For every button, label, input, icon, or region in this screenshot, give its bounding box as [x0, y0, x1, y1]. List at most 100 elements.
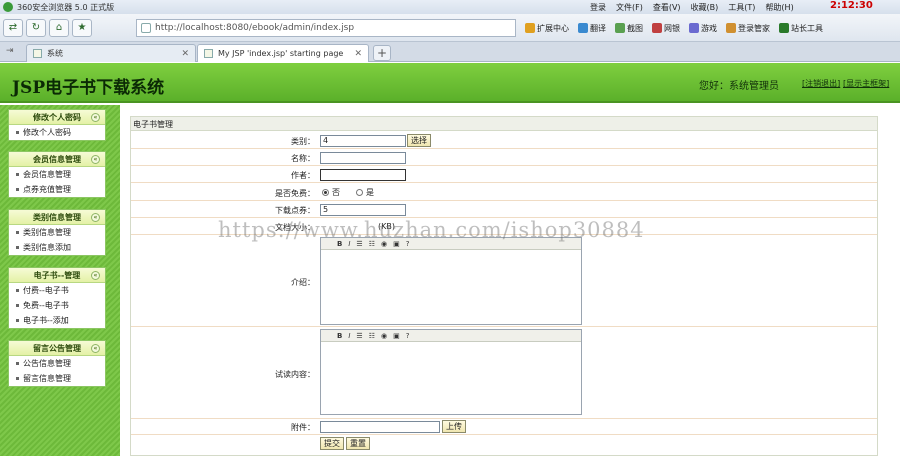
webmaster-icon	[779, 22, 789, 33]
menu-item-category-manage[interactable]: 类别信息管理	[9, 225, 105, 240]
select-category-button[interactable]: 选择	[407, 134, 431, 147]
tab-system[interactable]: 系统 ✕	[26, 44, 196, 62]
menu-file[interactable]: 文件(F)	[616, 2, 643, 13]
browser-logo-icon	[3, 2, 13, 12]
ordered-list-icon[interactable]: ☰	[356, 332, 362, 340]
address-url: http://localhost:8080/ebook/admin/index.…	[155, 23, 355, 33]
menu-group-header[interactable]: 会员信息管理 «	[9, 152, 105, 167]
editor-toolbar: B I ☰ ☷ ◉ ▣ ?	[321, 330, 581, 342]
unordered-list-icon[interactable]: ☷	[369, 240, 375, 248]
menu-group-password: 修改个人密码 « 修改个人密码	[8, 109, 106, 141]
upload-button[interactable]: 上传	[442, 420, 466, 433]
points-input[interactable]: 5	[320, 204, 406, 216]
tool-webmaster[interactable]: 站长工具	[779, 22, 823, 34]
intro-editor[interactable]: B I ☰ ☷ ◉ ▣ ?	[320, 237, 582, 325]
logout-link[interactable]: [注销退出]	[802, 78, 840, 89]
collapse-icon[interactable]: «	[91, 344, 100, 353]
form-caption: 电子书管理	[131, 117, 877, 131]
collapse-icon[interactable]: «	[91, 213, 100, 222]
radio-free-no[interactable]: 否	[322, 187, 340, 198]
tab-close-icon[interactable]: ✕	[181, 49, 189, 59]
home-icon[interactable]: ⌂	[49, 18, 69, 37]
link-icon[interactable]: ◉	[381, 332, 387, 340]
is-free-label: 是否免费：	[275, 189, 315, 198]
refresh-icon[interactable]: ↻	[26, 18, 46, 37]
bullet-icon	[16, 304, 19, 307]
menu-group-header[interactable]: 留言公告管理 «	[9, 341, 105, 356]
bullet-icon	[16, 231, 19, 234]
new-tab-button[interactable]: +	[373, 45, 391, 61]
submit-button[interactable]: 提交	[320, 437, 344, 450]
menu-view[interactable]: 查看(V)	[653, 2, 681, 13]
page-favicon-icon	[204, 49, 213, 58]
name-label: 名称：	[291, 154, 315, 163]
category-input[interactable]: 4	[320, 135, 406, 147]
menu-favorites[interactable]: 收藏(B)	[691, 2, 719, 13]
trial-label: 试读内容：	[275, 370, 315, 379]
collapse-icon[interactable]: «	[91, 155, 100, 164]
menu-item-announcements[interactable]: 公告信息管理	[9, 356, 105, 371]
browser-navbar: ⇄ ↻ ⌂ ★ http://localhost:8080/ebook/admi…	[0, 14, 900, 42]
sidebar-toggle-icon[interactable]: ⇥	[6, 46, 14, 56]
link-icon[interactable]: ◉	[381, 240, 387, 248]
back-forward-icon[interactable]: ⇄	[3, 18, 23, 37]
collapse-icon[interactable]: «	[91, 271, 100, 280]
menu-item-messages[interactable]: 留言信息管理	[9, 371, 105, 386]
tool-login-manager[interactable]: 登录管家	[726, 22, 770, 34]
menu-help[interactable]: 帮助(H)	[765, 2, 793, 13]
ordered-list-icon[interactable]: ☰	[356, 240, 362, 248]
radio-free-yes[interactable]: 是	[356, 187, 374, 198]
menu-item-member-info[interactable]: 会员信息管理	[9, 167, 105, 182]
address-bar[interactable]: http://localhost:8080/ebook/admin/index.…	[136, 19, 516, 37]
menu-item-paid-ebooks[interactable]: 付费--电子书	[9, 283, 105, 298]
row-size: 文档大小： (KB)	[131, 218, 877, 235]
tool-screenshot[interactable]: 截图	[615, 22, 643, 34]
bullet-icon	[16, 131, 19, 134]
menu-item-free-ebooks[interactable]: 免费--电子书	[9, 298, 105, 313]
menu-item-points-recharge[interactable]: 点券充值管理	[9, 182, 105, 197]
page-title: JSP电子书下载系统	[12, 78, 165, 98]
image-icon[interactable]: ▣	[393, 240, 400, 248]
tool-translate[interactable]: 翻译	[578, 22, 606, 34]
menu-group-header[interactable]: 修改个人密码 «	[9, 110, 105, 125]
page-icon	[141, 23, 151, 33]
menu-item-add-ebook[interactable]: 电子书--添加	[9, 313, 105, 328]
trial-editor[interactable]: B I ☰ ☷ ◉ ▣ ?	[320, 329, 582, 415]
main-frame-link[interactable]: [显示主框架]	[843, 78, 889, 89]
row-intro: 介绍： B I ☰ ☷ ◉ ▣ ?	[131, 235, 877, 327]
italic-icon[interactable]: I	[348, 240, 350, 248]
menu-group-header[interactable]: 电子书--管理 «	[9, 268, 105, 283]
reset-button[interactable]: 重置	[346, 437, 370, 450]
help-icon[interactable]: ?	[406, 332, 410, 340]
unordered-list-icon[interactable]: ☷	[369, 332, 375, 340]
image-icon[interactable]: ▣	[393, 332, 400, 340]
key-icon	[726, 22, 736, 33]
points-label: 下载点券：	[275, 206, 315, 215]
bold-icon[interactable]: B	[337, 240, 342, 248]
menu-group-messages: 留言公告管理 « 公告信息管理 留言信息管理	[8, 340, 106, 387]
size-unit: (KB)	[378, 222, 395, 231]
collapse-icon[interactable]: «	[91, 113, 100, 122]
menu-item-category-add[interactable]: 类别信息添加	[9, 240, 105, 255]
tool-games[interactable]: 游戏	[689, 22, 717, 34]
menu-login[interactable]: 登录	[590, 2, 606, 13]
italic-icon[interactable]: I	[348, 332, 350, 340]
menu-group-header[interactable]: 类别信息管理 «	[9, 210, 105, 225]
bold-icon[interactable]: B	[337, 332, 342, 340]
tab-bar: ⇥ 系统 ✕ My JSP 'index.jsp' starting page …	[0, 42, 900, 62]
star-icon[interactable]: ★	[72, 18, 92, 37]
tab-index-jsp[interactable]: My JSP 'index.jsp' starting page ✕	[197, 44, 369, 62]
menu-item-change-password[interactable]: 修改个人密码	[9, 125, 105, 140]
bullet-icon	[16, 246, 19, 249]
main-content: 电子书管理 类别： 4 选择 名称： 作者： 是否免费： 否 是 下载点券： 5…	[120, 105, 900, 456]
help-icon[interactable]: ?	[406, 240, 410, 248]
tool-extensions[interactable]: 扩展中心	[525, 22, 569, 34]
menu-group-categories: 类别信息管理 « 类别信息管理 类别信息添加	[8, 209, 106, 256]
tool-bank[interactable]: 网银	[652, 22, 680, 34]
row-author: 作者：	[131, 166, 877, 183]
attachment-input[interactable]	[320, 421, 440, 433]
name-input[interactable]	[320, 152, 406, 164]
menu-tools[interactable]: 工具(T)	[728, 2, 755, 13]
author-input[interactable]	[320, 169, 406, 181]
tab-close-icon[interactable]: ✕	[354, 49, 362, 59]
